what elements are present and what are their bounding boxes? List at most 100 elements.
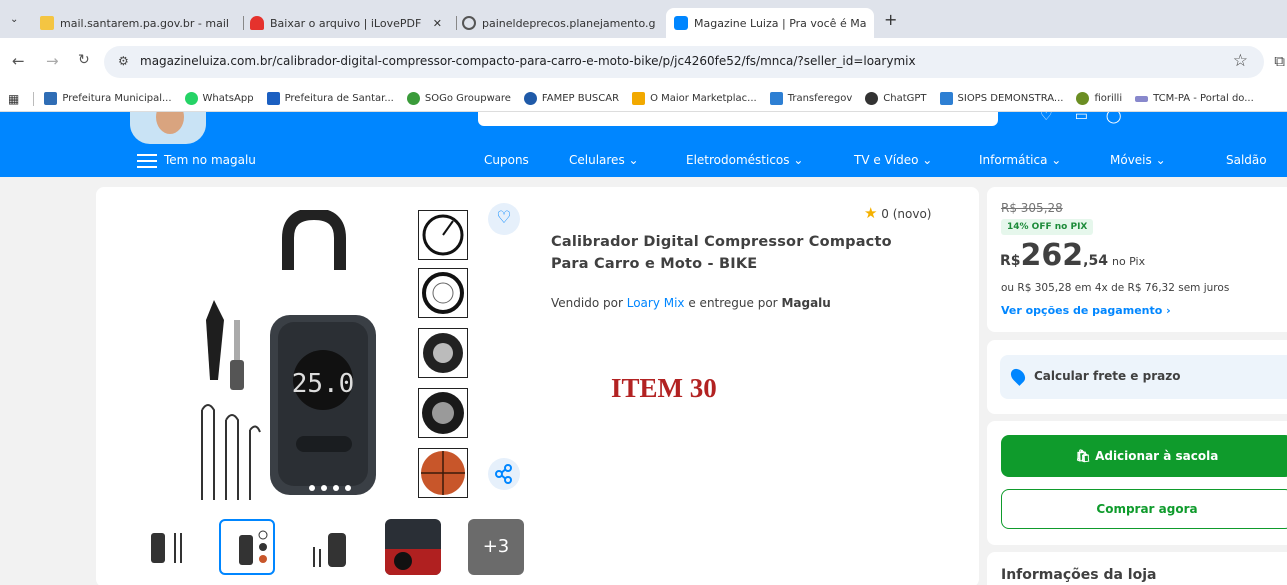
chevron-down-icon: ⌄ [922, 153, 933, 167]
thumb-wheel-4[interactable] [418, 388, 468, 438]
tab-divider [456, 16, 457, 30]
tab-title: mail.santarem.pa.gov.br - mail [60, 16, 229, 30]
delivered-by-label: e entregue por [688, 296, 778, 310]
bookmark-label: SIOPS DEMONSTRA... [957, 93, 1064, 104]
seller-link[interactable]: Loary Mix [627, 296, 685, 310]
display-reading: 25.0 [292, 369, 355, 399]
tab-painel-precos[interactable]: paineldeprecos.planejamento.g ✕ [462, 8, 662, 38]
bookmark-whatsapp[interactable]: WhatsApp [184, 92, 254, 105]
whatsapp-icon [184, 92, 198, 105]
reload-icon[interactable]: ↻ [78, 52, 90, 68]
site-header: ♡ ▭ ◯ [0, 112, 1287, 145]
marketplace-icon [632, 92, 646, 105]
bookmark-chatgpt[interactable]: ChatGPT [865, 92, 927, 105]
bookmark-sogo[interactable]: SOGo Groupware [406, 92, 511, 105]
category-nav: Tem no magalu Cupons Celulares ⌄ Eletrod… [0, 145, 1287, 177]
bookmark-prefeitura-municipal[interactable]: Prefeitura Municipal... [44, 92, 172, 105]
old-price: R$ 305,28 [1001, 201, 1063, 215]
new-tab-icon[interactable]: + [884, 12, 897, 28]
bag-icon: 🛍 [1075, 449, 1091, 463]
nav-informatica[interactable]: Informática ⌄ [979, 153, 1061, 167]
browser-toolbar: ← → ↻ ⚙ magazineluiza.com.br/calibrador-… [0, 38, 1287, 86]
gallery-thumb-2-selected[interactable] [219, 519, 275, 575]
favorite-heart-icon[interactable]: ♡ [488, 203, 520, 235]
nav-eletrodomesticos[interactable]: Eletrodomésticos ⌄ [686, 153, 803, 167]
menu-label[interactable]: Tem no magalu [164, 153, 256, 167]
thumb-wheel-2[interactable] [418, 268, 468, 318]
nav-moveis[interactable]: Móveis ⌄ [1110, 153, 1166, 167]
delivered-by-name: Magalu [781, 296, 831, 310]
bookmark-fiorilli[interactable]: fiorilli [1076, 92, 1122, 105]
nav-saldao[interactable]: Saldão [1226, 153, 1267, 167]
nav-cupons[interactable]: Cupons [484, 153, 529, 167]
ilovepdf-icon [250, 16, 264, 30]
freight-label: Calcular frete e prazo [1034, 369, 1181, 383]
bookmark-label: Prefeitura Municipal... [62, 93, 172, 104]
url-text: magazineluiza.com.br/calibrador-digital-… [140, 54, 916, 68]
bookmark-star-icon[interactable]: ☆ [1233, 51, 1248, 71]
tab-search-chevron-icon[interactable]: ⌄ [10, 14, 18, 25]
bookmark-transferegov[interactable]: Transferegov [769, 92, 853, 105]
apps-grid-icon[interactable]: ▦ [8, 92, 19, 106]
address-bar[interactable]: ⚙ magazineluiza.com.br/calibrador-digita… [104, 46, 1264, 78]
thumb-ball[interactable] [418, 448, 468, 498]
gallery-thumb-4[interactable] [385, 519, 441, 575]
bookmark-marketplace[interactable]: O Maior Marketplac... [632, 92, 757, 105]
tab-ilovepdf[interactable]: Baixar o arquivo | iLovePDF ✕ [250, 8, 450, 38]
pix-price: R$262,54 no Pix [1000, 238, 1145, 273]
gallery-thumb-1[interactable] [137, 519, 193, 575]
close-icon[interactable]: ✕ [229, 17, 236, 30]
famep-icon [523, 92, 537, 105]
buy-now-button[interactable]: Comprar agora [1001, 489, 1287, 529]
bookmark-label: Prefeitura de Santar... [284, 93, 394, 104]
extensions-icon[interactable]: ⧉ [1274, 52, 1285, 70]
close-icon[interactable]: ✕ [425, 17, 450, 30]
forward-icon[interactable]: → [46, 52, 59, 70]
product-main-image[interactable]: 25.0 [196, 210, 406, 500]
nav-label: Móveis [1110, 153, 1152, 167]
add-to-bag-button[interactable]: 🛍 Adicionar à sacola [1001, 435, 1287, 477]
nav-tv-video[interactable]: TV e Vídeo ⌄ [854, 153, 932, 167]
sogo-icon [406, 92, 420, 105]
bookmark-prefeitura-santarem[interactable]: Prefeitura de Santar... [266, 92, 394, 105]
nav-label: Celulares [569, 153, 625, 167]
gallery-more-thumbs[interactable]: +3 [468, 519, 524, 575]
bookmark-siops[interactable]: SIOPS DEMONSTRA... [939, 92, 1064, 105]
rating-value: 0 (novo) [881, 207, 932, 221]
price-currency: R$ [1000, 253, 1021, 269]
thumb-wheel-3[interactable] [418, 328, 468, 378]
header-account-icons[interactable]: ♡ ▭ ◯ [1040, 112, 1122, 124]
close-icon[interactable]: ✕ [655, 17, 662, 30]
site-settings-icon[interactable]: ⚙ [118, 54, 129, 68]
siops-icon [939, 92, 953, 105]
magalu-icon [674, 16, 688, 30]
bookmark-label: fiorilli [1094, 93, 1123, 104]
gallery-thumb-3[interactable] [302, 519, 358, 575]
payment-options-link[interactable]: Ver opções de pagamento › [1001, 304, 1171, 317]
chevron-down-icon: ⌄ [793, 153, 804, 167]
bookmark-tcm-pa[interactable]: TCM-PA - Portal do... [1135, 93, 1254, 104]
product-title: Calibrador Digital Compressor Compacto P… [551, 234, 892, 272]
share-icon[interactable] [488, 458, 520, 490]
bookmark-label: FAMEP BUSCAR [541, 93, 620, 104]
store-info-title: Informações da loja [1001, 567, 1157, 583]
chatgpt-icon [865, 92, 879, 105]
bookmark-label: ChatGPT [883, 93, 927, 104]
bookmark-famep[interactable]: FAMEP BUSCAR [523, 92, 620, 105]
nav-label: Informática [979, 153, 1048, 167]
tab-mail[interactable]: mail.santarem.pa.gov.br - mail ✕ [40, 8, 236, 38]
site-search-input[interactable] [478, 112, 998, 126]
nav-label: Eletrodomésticos [686, 153, 790, 167]
product-rating[interactable]: ★ 0 (novo) [864, 204, 931, 222]
calculate-freight-button[interactable]: Calcular frete e prazo [1000, 355, 1287, 399]
back-icon[interactable]: ← [12, 52, 25, 70]
tcm-icon [1135, 95, 1149, 102]
bookmark-label: Transferegov [787, 93, 853, 104]
nav-celulares[interactable]: Celulares ⌄ [569, 153, 639, 167]
menu-icon[interactable] [137, 154, 157, 168]
item-overlay-label: ITEM 30 [611, 373, 717, 403]
thumb-wheel-1[interactable] [418, 210, 468, 260]
price-cents: ,54 [1083, 253, 1108, 269]
close-icon[interactable]: ✕ [866, 17, 874, 30]
tab-magazine-luiza[interactable]: Magazine Luiza | Pra você é Ma ✕ [666, 8, 874, 38]
